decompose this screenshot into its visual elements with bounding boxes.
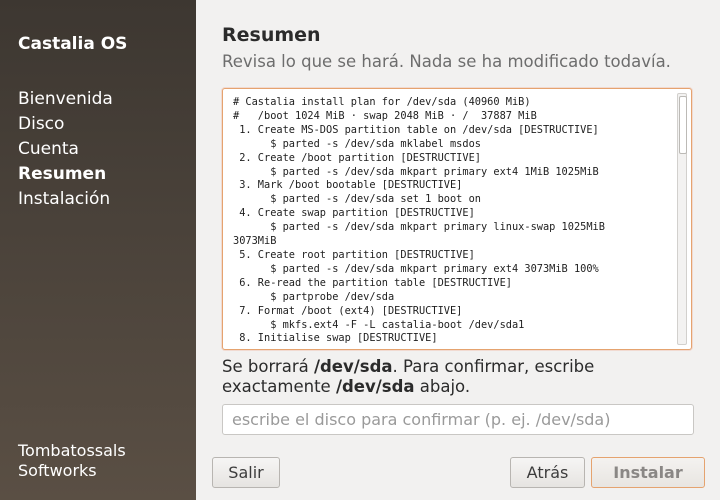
step-item-resumen: Resumen [18,164,107,184]
plan-scrollbar[interactable] [677,93,687,345]
sidebar: Castalia OS Bienvenida Disco Cuenta Resu… [0,0,196,500]
confirm-instructions: Se borrará /dev/sda. Para confirmar, esc… [222,357,662,397]
back-button[interactable]: Atrás [510,457,585,488]
install-button[interactable]: Instalar [591,457,705,488]
confirm-text-1: Se borrará [222,357,314,376]
main-panel: Resumen Revisa lo que se hará. Nada se h… [196,0,720,500]
vendor-name: Tombatossals Softworks [18,441,126,481]
vendor-line-1: Tombatossals [18,441,126,460]
confirm-disk-2: /dev/sda [335,377,415,396]
confirm-text-3: abajo. [414,377,471,396]
step-list: Bienvenida Disco Cuenta Resumen Instalac… [18,87,113,212]
step-item-disco: Disco [18,114,65,134]
brand-title: Castalia OS [18,34,128,54]
confirm-disk-1: /dev/sda [313,357,393,376]
page-title: Resumen [222,24,321,46]
step-item-instalacion: Instalación [18,189,111,209]
step-item-cuenta: Cuenta [18,139,79,159]
quit-button[interactable]: Salir [212,457,280,488]
plan-scrollbar-thumb[interactable] [679,96,687,154]
install-plan-text: # Castalia install plan for /dev/sda (40… [233,96,605,345]
vendor-line-2: Softworks [18,461,97,480]
step-item-bienvenida: Bienvenida [18,89,113,109]
confirm-disk-input[interactable] [222,404,694,435]
page-subtitle: Revisa lo que se hará. Nada se ha modifi… [222,52,671,71]
install-plan-view[interactable]: # Castalia install plan for /dev/sda (40… [222,88,692,350]
